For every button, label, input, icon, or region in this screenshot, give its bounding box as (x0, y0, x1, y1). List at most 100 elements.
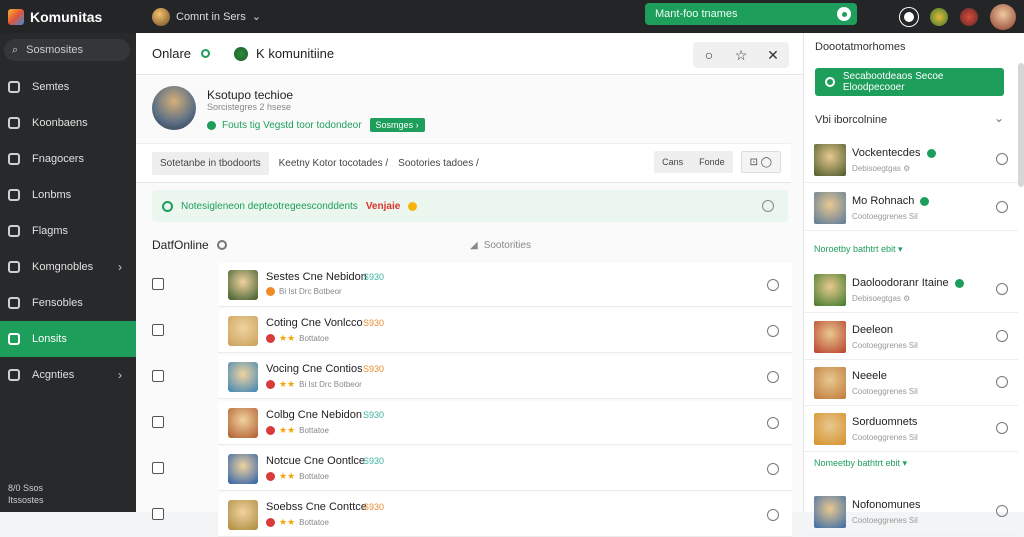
sidebar-item[interactable]: Komgnobles › (0, 249, 136, 285)
member-radio[interactable] (996, 283, 1008, 295)
row-radio[interactable] (767, 371, 779, 383)
group-name-label: K komunitiine (256, 46, 335, 61)
sidebar-item[interactable]: Koonbaens (0, 105, 136, 141)
group-name[interactable]: K komunitiine (234, 46, 334, 61)
row-radio[interactable] (767, 463, 779, 475)
notifications-icon[interactable] (900, 8, 918, 26)
segment-feed[interactable]: Fonde (691, 151, 733, 173)
row-card[interactable]: Vocing Cne Contios S930 ★★ Bi Ist Drc Botbe… (218, 355, 792, 399)
member-item[interactable]: Daoloodoranr Itaine Debisoegtgas ⚙ (804, 267, 1018, 313)
row-checkbox[interactable] (152, 370, 164, 382)
top-search-input[interactable]: Mant-foo tnames (645, 3, 857, 25)
row-radio[interactable] (767, 279, 779, 291)
sidebar-item[interactable]: Lonbms (0, 177, 136, 213)
close-button[interactable]: ✕ (757, 42, 789, 68)
layout-toggle[interactable]: ⊡ ◯ (740, 151, 781, 173)
member-radio[interactable] (996, 330, 1008, 342)
row-card[interactable]: Colbg Cne Nebidon S930 ★★ Bottatoe (218, 401, 792, 445)
row-checkbox[interactable] (152, 508, 164, 520)
member-radio[interactable] (996, 422, 1008, 434)
row-checkbox[interactable] (152, 324, 164, 336)
member-radio[interactable] (996, 201, 1008, 213)
member-subtitle: Cootoeggrenes Sil (852, 212, 918, 221)
member-item[interactable]: Neeele Cootoeggrenes Sil (804, 360, 1018, 406)
sidebar-item-label: Koonbaens (32, 117, 88, 129)
row-checkbox[interactable] (152, 462, 164, 474)
row-avatar (228, 270, 258, 300)
section-chevron-icon[interactable]: ⌄ (994, 111, 1004, 125)
sidebar-item[interactable]: Fnagocers (0, 141, 136, 177)
list-row[interactable]: Colbg Cne Nebidon S930 ★★ Bottatoe (152, 401, 792, 445)
sidebar-item-label: Lonbms (32, 189, 72, 201)
status-icon (266, 472, 275, 481)
community-switcher[interactable]: Comnt in Sers ⌄ (152, 7, 261, 26)
search-go-icon[interactable] (837, 7, 851, 21)
games-icon[interactable] (960, 8, 978, 26)
section-label[interactable]: Noroetby bathtrt ebit ▾ (814, 244, 903, 255)
member-item[interactable]: Nofonomunes Cootoeggrenes Sil (804, 489, 1018, 535)
sidebar-item[interactable]: Acgnties › (0, 357, 136, 393)
row-points: S930 (363, 410, 385, 420)
row-avatar (228, 408, 258, 438)
member-subtitle: Debisoegtgas ⚙ (852, 164, 911, 173)
status-icon (266, 518, 275, 527)
row-card[interactable]: Sestes Cne Nebidon S930 Bi Ist Drc Botbeor (218, 263, 792, 307)
status-icon (266, 380, 275, 389)
sidebar-item[interactable]: Flagms (0, 213, 136, 249)
market-icon (8, 153, 20, 165)
member-radio[interactable] (996, 153, 1008, 165)
refresh-button[interactable]: ○ (693, 42, 725, 68)
profile-badge-button[interactable]: Sosmges › (369, 118, 425, 132)
profile-avatar[interactable] (152, 86, 196, 130)
list-row[interactable]: Soebss Cne Conttce S930 ★★ Bottatoe (152, 493, 792, 537)
create-button[interactable]: Secabootdeaos Secoe Eloodpecooer (815, 68, 1004, 96)
row-meta: ★★ Bottatoe (266, 425, 329, 436)
sidebar-search[interactable]: ⌕ Sosmosites (4, 39, 130, 61)
member-name-text: Daoloodoranr Itaine (852, 277, 949, 289)
row-radio[interactable] (767, 509, 779, 521)
sidebar-item[interactable]: Fensobles (0, 285, 136, 321)
member-item[interactable]: Sorduomnets Cootoeggrenes Sil (804, 406, 1018, 452)
scrollbar[interactable] (1018, 63, 1024, 187)
sort-control[interactable]: ◢ Sootorities (470, 240, 531, 251)
list-row[interactable]: Notcue Cne Oontlce S930 ★★ Bottatoe (152, 447, 792, 491)
sidebar-item-label: Flagms (32, 225, 69, 237)
friends-icon[interactable] (930, 8, 948, 26)
tab-stories[interactable]: Sootories tadoes / (398, 158, 479, 169)
list-row[interactable]: Coting Cne Vonlcco S930 ★★ Bottatoe (152, 309, 792, 353)
alert-radio[interactable] (762, 200, 774, 212)
row-card[interactable]: Notcue Cne Oontlce S930 ★★ Bottatoe (218, 447, 792, 491)
group-icon (234, 46, 249, 61)
row-checkbox[interactable] (152, 278, 164, 290)
list-row[interactable]: Vocing Cne Contios S930 ★★ Bi Ist Drc Botbe… (152, 355, 792, 399)
member-radio[interactable] (996, 376, 1008, 388)
member-item[interactable]: Mo Rohnach Cootoeggrenes Sil (804, 185, 1018, 231)
segment-cards[interactable]: Cans (654, 151, 691, 173)
member-item[interactable]: Vockentecdes Debisoegtgas ⚙ (804, 137, 1018, 183)
section-label[interactable]: Nomeetby bathtrt ebit ▾ (814, 458, 907, 469)
alert-hot-label[interactable]: Venjaie (366, 201, 400, 212)
favorite-button[interactable]: ☆ (725, 42, 757, 68)
tab-active[interactable]: Sotetanbe in tbodoorts (152, 151, 269, 175)
header-buttons: ○ ☆ ✕ (693, 42, 789, 68)
row-radio[interactable] (767, 325, 779, 337)
tab-recent[interactable]: Keetny Kotor tocotades / (279, 158, 389, 169)
row-card[interactable]: Coting Cne Vonlcco S930 ★★ Bottatoe (218, 309, 792, 353)
row-radio[interactable] (767, 417, 779, 429)
member-radio[interactable] (996, 505, 1008, 517)
sidebar-item-label: Komgnobles (32, 261, 94, 273)
row-card[interactable]: Soebss Cne Conttce S930 ★★ Bottatoe (218, 493, 792, 537)
sidebar-item[interactable]: Semtes (0, 69, 136, 105)
member-avatar (814, 413, 846, 445)
profile-status: Fouts tig Vegstd toor todondeor Sosmges … (207, 118, 425, 132)
row-meta-text: Bottatoe (299, 518, 329, 527)
status-icon (266, 334, 275, 343)
member-item[interactable]: Deeleon Cootoeggrenes Sil (804, 314, 1018, 360)
list-row[interactable]: Sestes Cne Nebidon S930 Bi Ist Drc Botbeor (152, 263, 792, 307)
user-avatar-icon[interactable] (990, 4, 1016, 30)
sidebar-item[interactable]: Lonsits (0, 321, 136, 357)
row-checkbox[interactable] (152, 416, 164, 428)
member-avatar (814, 144, 846, 176)
app-logo[interactable]: Komunitas (8, 8, 138, 25)
row-meta-text: Bottatoe (299, 426, 329, 435)
